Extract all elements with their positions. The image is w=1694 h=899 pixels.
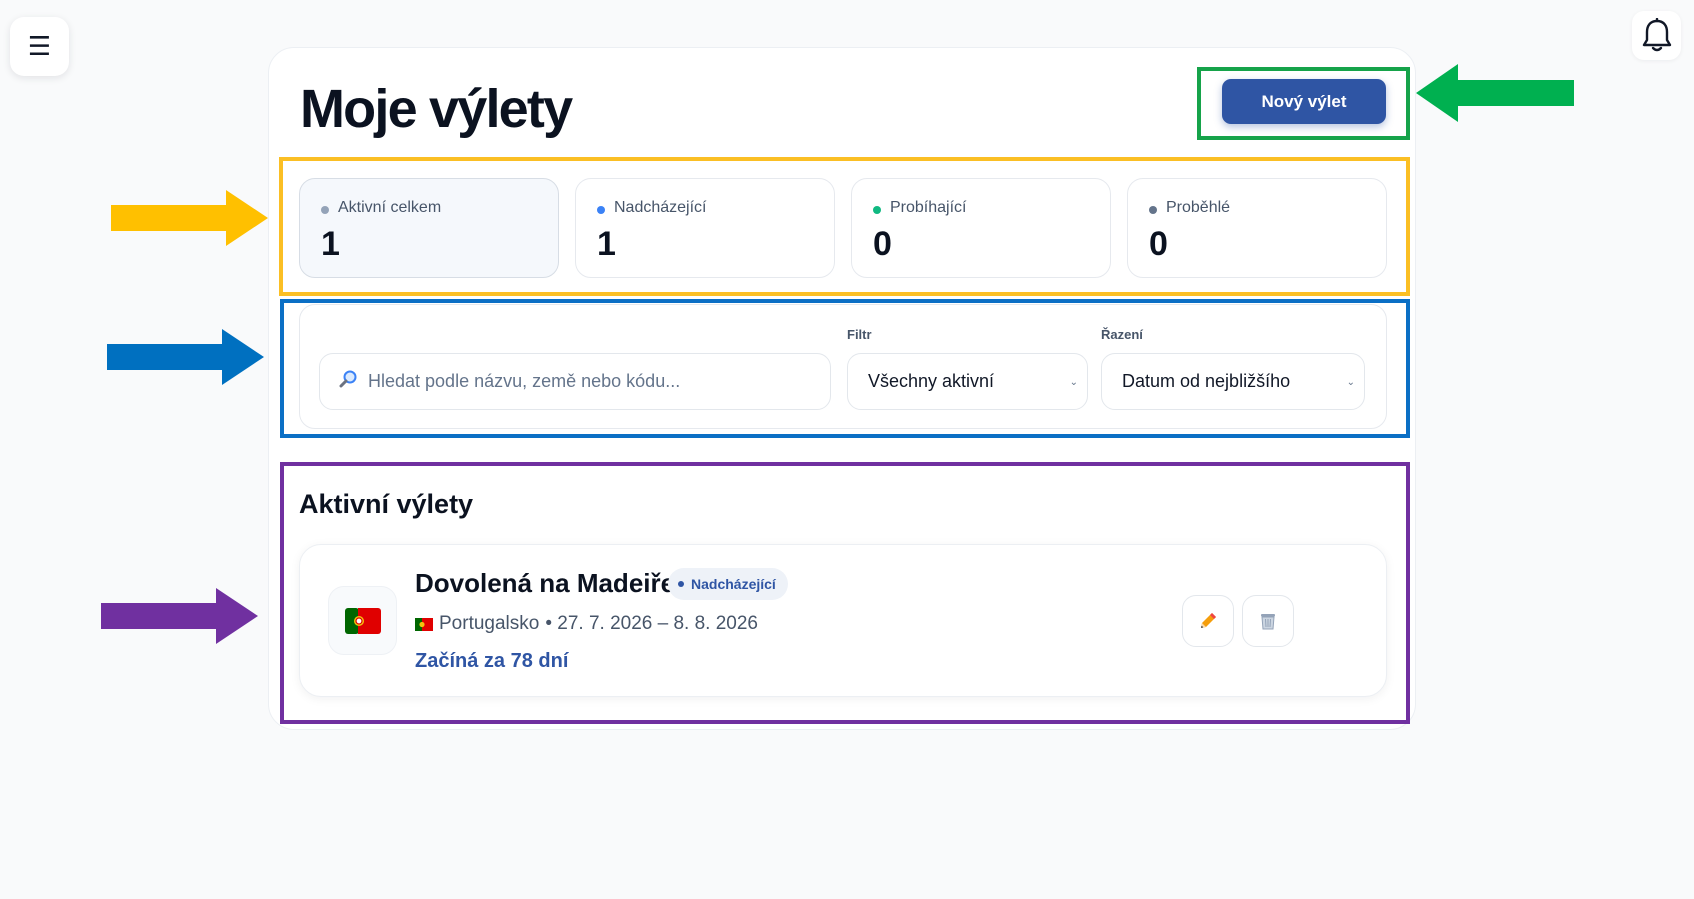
notifications-button[interactable] — [1632, 11, 1681, 60]
hamburger-icon: ☰ — [27, 31, 52, 61]
annotation-frame-trips — [280, 462, 1410, 724]
annotation-frame-stats — [279, 157, 1410, 296]
bell-icon — [1642, 17, 1671, 51]
annotation-frame-new-trip — [1197, 67, 1410, 140]
annotation-frame-filters — [280, 299, 1410, 438]
page-title: Moje výlety — [300, 79, 573, 139]
arrow-right-icon — [107, 329, 264, 385]
arrow-right-icon — [101, 588, 258, 644]
menu-button[interactable]: ☰ — [10, 17, 69, 76]
arrow-left-icon — [1416, 64, 1574, 122]
arrow-right-icon — [111, 190, 268, 246]
